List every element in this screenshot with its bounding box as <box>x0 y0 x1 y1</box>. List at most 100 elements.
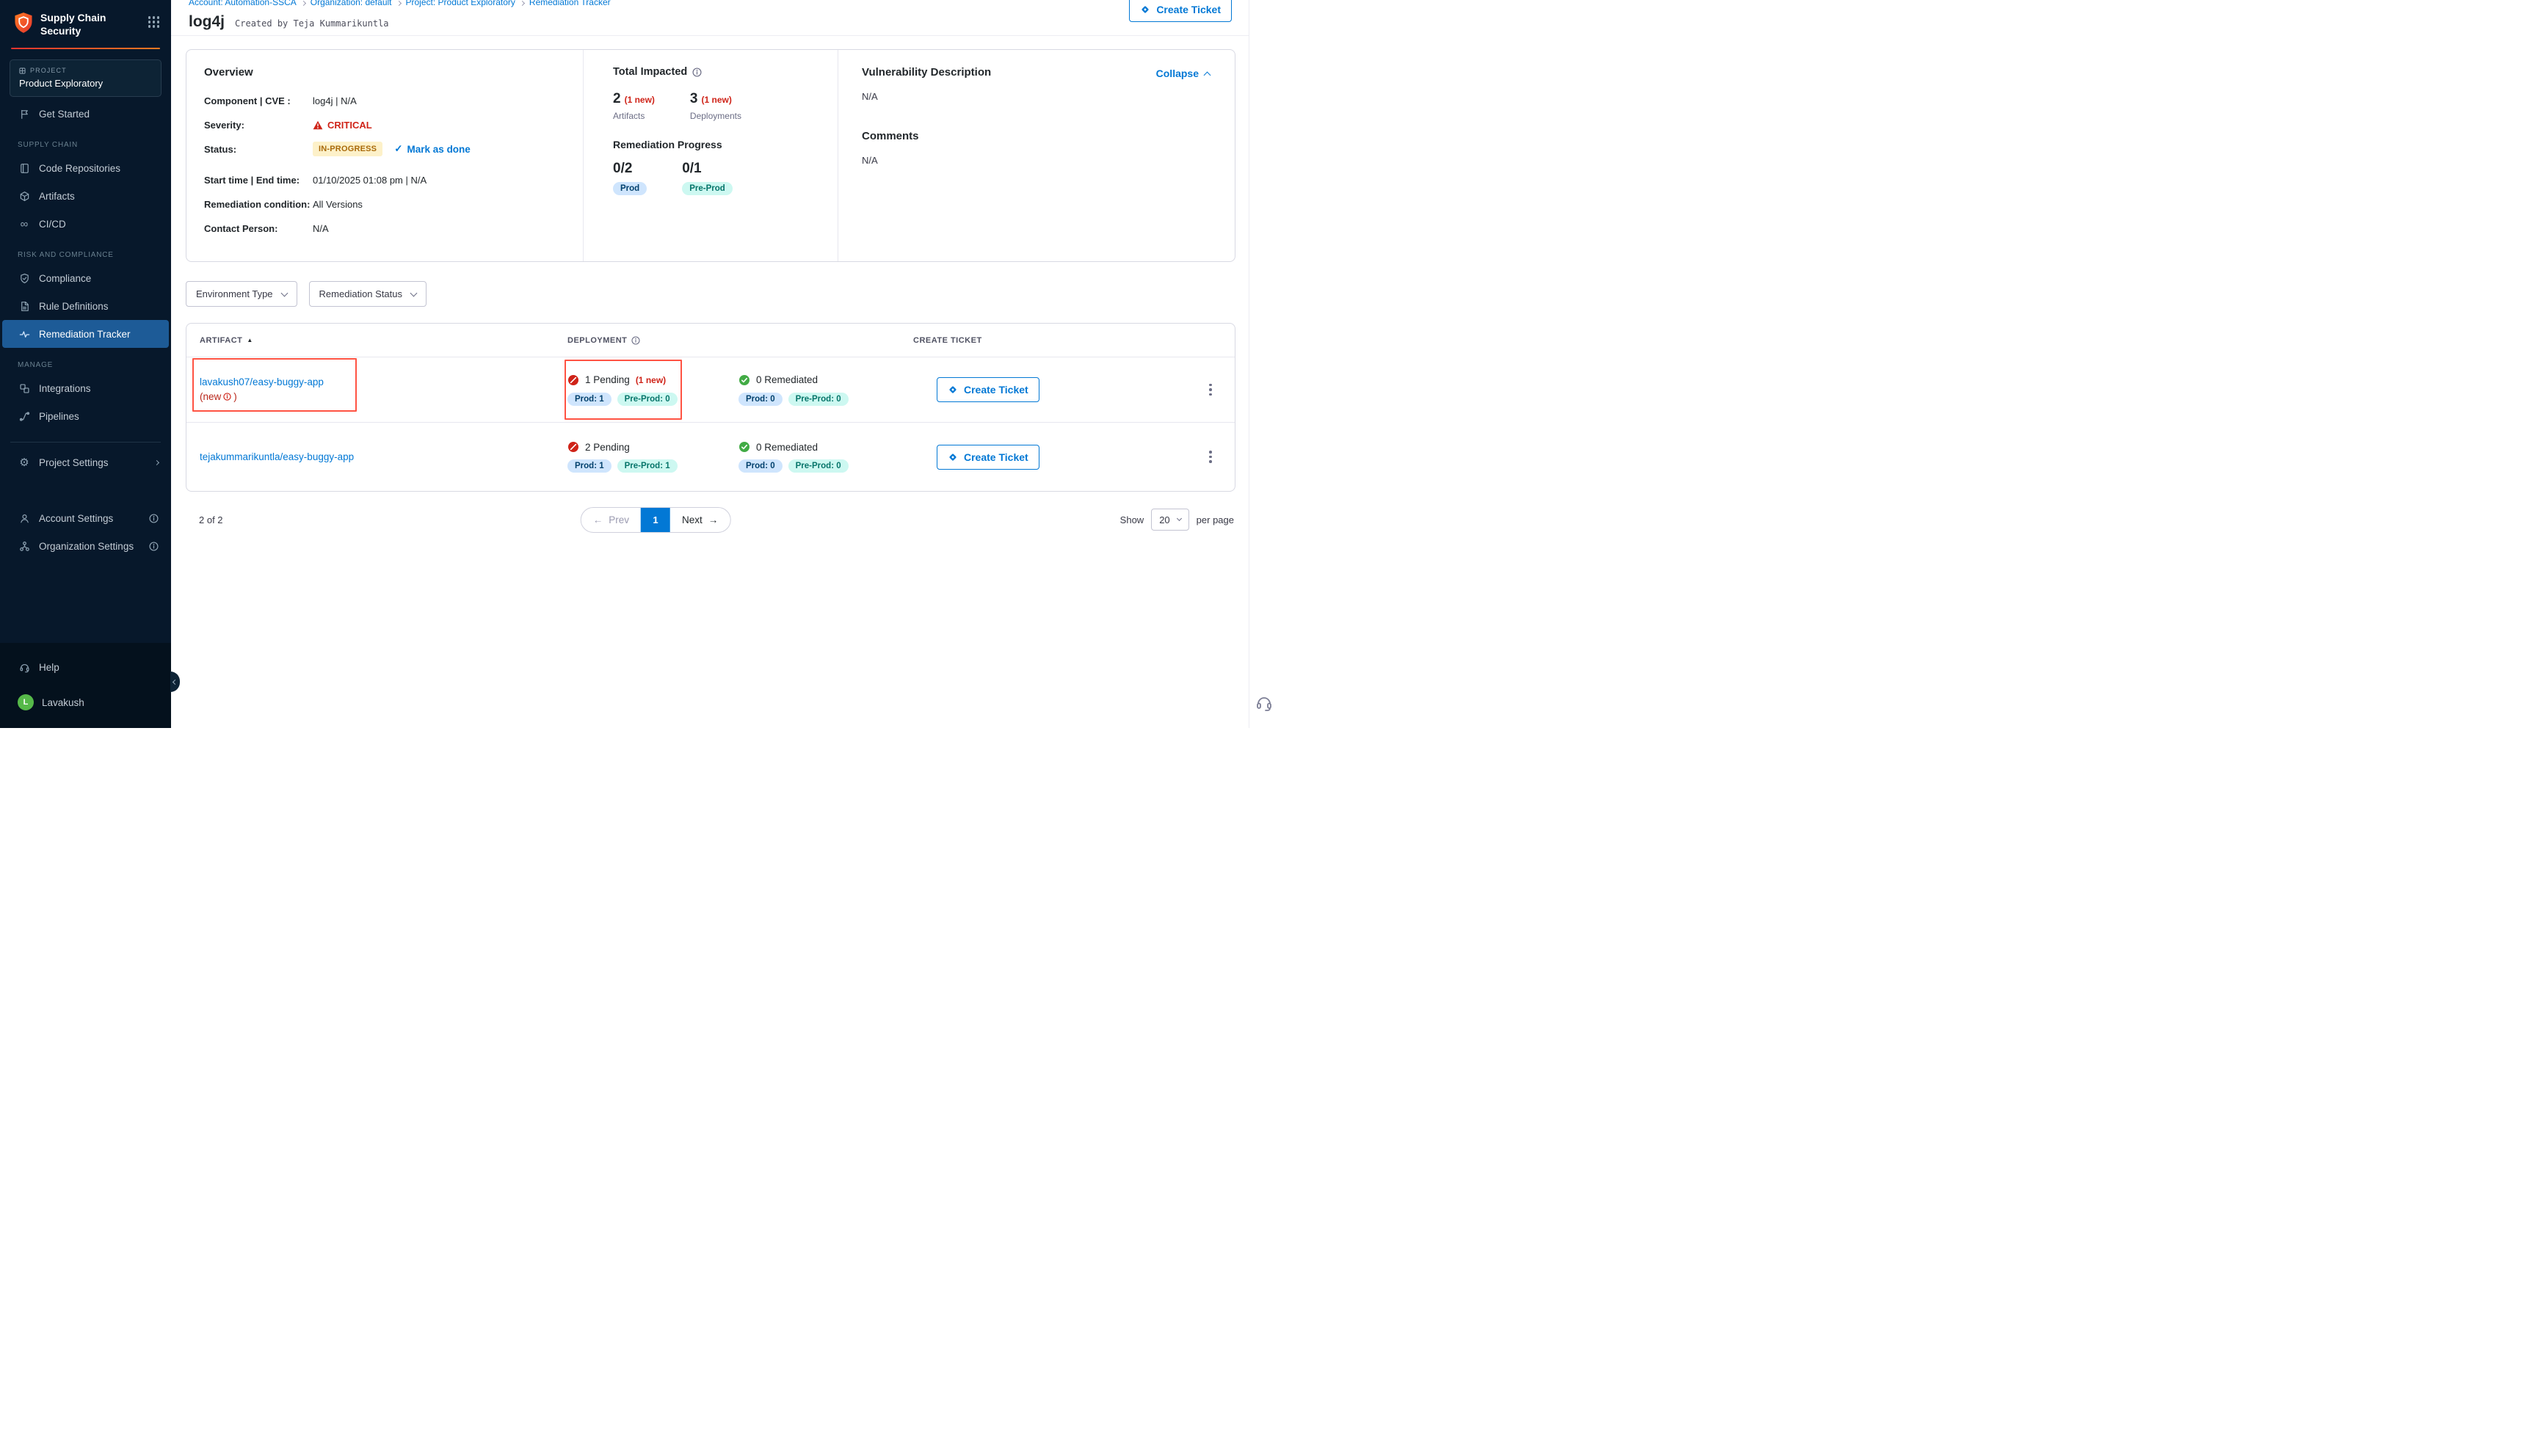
project-name: Product Exploratory <box>19 78 152 89</box>
info-icon[interactable] <box>149 542 159 551</box>
field-status: Status: IN-PROGRESS ✓ Mark as done <box>204 142 565 156</box>
prod-count-badge: Prod: 0 <box>738 393 783 406</box>
page-size-select[interactable]: 20 <box>1151 509 1188 531</box>
chevron-right-icon <box>155 461 159 465</box>
support-headset-icon[interactable] <box>1255 694 1273 712</box>
organization-settings-icon <box>18 541 31 552</box>
row-menu-kebab-icon[interactable] <box>1202 379 1219 401</box>
info-icon[interactable] <box>149 514 159 523</box>
get-started-icon <box>18 109 31 120</box>
sidebar-item-artifacts[interactable]: Artifacts <box>2 182 169 210</box>
overview-card: Overview Component | CVE : log4j | N/A S… <box>186 49 1235 262</box>
pagination: 2 of 2 ← Prev 1 Next → Show 20 per page <box>186 506 1235 533</box>
sidebar-item-label: Project Settings <box>39 457 109 468</box>
ticket-cell: Create Ticket <box>937 445 1199 470</box>
sidebar-item-organization-settings[interactable]: Organization Settings <box>2 532 169 560</box>
pending-cell: 2 Pending Prod: 1 Pre-Prod: 1 <box>567 441 738 473</box>
column-header-deployment: DEPLOYMENT <box>567 336 913 345</box>
vulnerability-description-value: N/A <box>862 91 1217 102</box>
sidebar-item-project-settings[interactable]: ⚙ Project Settings <box>2 448 169 476</box>
breadcrumb-organization[interactable]: Organization: default <box>311 0 392 8</box>
breadcrumb-account[interactable]: Account: Automation-SSCA <box>189 0 297 8</box>
critical-warning-icon <box>313 120 323 130</box>
breadcrumb-remediation-tracker[interactable]: Remediation Tracker <box>529 0 611 8</box>
description-panel: Vulnerability Description N/A Comments N… <box>838 50 1235 261</box>
ticket-cell: Create Ticket <box>937 377 1199 402</box>
chevron-left-icon <box>173 679 178 684</box>
sidebar-item-integrations[interactable]: Integrations <box>2 374 169 402</box>
sidebar-item-remediation-tracker[interactable]: Remediation Tracker <box>2 320 169 348</box>
page-number-button[interactable]: 1 <box>641 508 670 532</box>
artifact-link[interactable]: lavakush07/easy-buggy-app <box>200 375 324 390</box>
collapse-button[interactable]: Collapse <box>1156 68 1210 79</box>
artifact-new-flag: (new ) <box>200 390 567 404</box>
artifacts-new-badge: (1 new) <box>625 95 655 105</box>
sidebar-item-label: Code Repositories <box>39 163 120 174</box>
progress-preprod: 0/1 Pre-Prod <box>682 161 733 195</box>
user-avatar: L <box>18 694 34 710</box>
row-menu-kebab-icon[interactable] <box>1202 445 1219 468</box>
sidebar-section-supply-chain: SUPPLY CHAIN <box>0 128 171 154</box>
sidebar-item-label: CI/CD <box>39 219 66 230</box>
page-title: log4j <box>189 13 225 31</box>
prod-count-badge: Prod: 1 <box>567 459 611 473</box>
chevron-right-icon <box>302 0 305 8</box>
apps-grid-icon[interactable] <box>148 16 160 28</box>
sidebar-item-rule-definitions[interactable]: Rule Definitions <box>2 292 169 320</box>
preprod-badge: Pre-Prod <box>682 182 733 195</box>
cicd-icon: ∞ <box>18 219 31 230</box>
compliance-icon <box>18 273 31 284</box>
environment-type-filter[interactable]: Environment Type <box>186 281 297 307</box>
help-headset-icon <box>18 662 31 673</box>
preprod-count-badge: Pre-Prod: 0 <box>617 393 678 406</box>
column-header-create-ticket: CREATE TICKET <box>913 336 1222 345</box>
brand[interactable]: Supply Chain Security <box>0 0 171 45</box>
create-ticket-button[interactable]: Create Ticket <box>937 377 1039 402</box>
total-impacted-heading: Total Impacted <box>613 66 687 78</box>
scrollbar-gutter[interactable] <box>1249 0 1268 728</box>
remediation-status-filter[interactable]: Remediation Status <box>309 281 427 307</box>
prod-count-badge: Prod: 1 <box>567 393 611 406</box>
sidebar-item-account-settings[interactable]: Account Settings <box>2 504 169 532</box>
sidebar-item-pipelines[interactable]: Pipelines <box>2 402 169 430</box>
sidebar-item-compliance[interactable]: Compliance <box>2 264 169 292</box>
info-icon[interactable] <box>692 68 702 77</box>
overview-details: Overview Component | CVE : log4j | N/A S… <box>186 50 583 261</box>
total-impacted-panel: Total Impacted 2 (1 new) Artifacts <box>583 50 838 261</box>
remediated-cell: 0 Remediated Prod: 0 Pre-Prod: 0 <box>738 374 937 406</box>
sidebar-item-label: Integrations <box>39 383 91 394</box>
new-info-icon[interactable] <box>223 393 231 401</box>
field-start-end-time: Start time | End time: 01/10/2025 01:08 … <box>204 172 565 187</box>
check-icon: ✓ <box>394 143 402 155</box>
mark-as-done-button[interactable]: ✓ Mark as done <box>394 143 471 155</box>
artifact-link[interactable]: tejakummarikuntla/easy-buggy-app <box>200 450 354 465</box>
pagination-summary: 2 of 2 <box>199 514 223 525</box>
pending-new-badge: (1 new) <box>636 375 666 385</box>
column-header-artifact[interactable]: ARTIFACT ▲ <box>200 336 567 345</box>
sidebar-item-label: Help <box>39 662 59 673</box>
preprod-count-badge: Pre-Prod: 1 <box>617 459 678 473</box>
project-selector[interactable]: PROJECT Product Exploratory <box>10 59 161 97</box>
next-page-button[interactable]: Next → <box>670 508 730 532</box>
remediated-status-icon <box>738 441 750 453</box>
code-repositories-icon <box>18 163 31 174</box>
prev-page-button[interactable]: ← Prev <box>581 508 641 532</box>
sidebar-item-label: Remediation Tracker <box>39 329 131 340</box>
create-ticket-button[interactable]: Create Ticket <box>1129 0 1232 22</box>
create-ticket-button[interactable]: Create Ticket <box>937 445 1039 470</box>
brand-title: Supply Chain Security <box>40 12 142 37</box>
breadcrumb-project[interactable]: Project: Product Exploratory <box>406 0 515 8</box>
sidebar-item-user[interactable]: L Lavakush <box>2 688 169 716</box>
sidebar-item-get-started[interactable]: Get Started <box>2 100 169 128</box>
sidebar-item-label: Organization Settings <box>39 541 134 552</box>
chevron-up-icon <box>1204 71 1211 79</box>
sidebar-item-help[interactable]: Help <box>2 653 169 681</box>
sidebar-item-label: Artifacts <box>39 191 75 202</box>
sidebar-item-code-repositories[interactable]: Code Repositories <box>2 154 169 182</box>
chevron-down-icon <box>1177 516 1182 521</box>
sidebar-item-label: Rule Definitions <box>39 301 109 312</box>
sidebar-item-cicd[interactable]: ∞ CI/CD <box>2 210 169 238</box>
info-icon[interactable] <box>631 336 640 345</box>
pending-status-icon <box>567 441 579 453</box>
deployments-count: 3 <box>690 91 698 107</box>
